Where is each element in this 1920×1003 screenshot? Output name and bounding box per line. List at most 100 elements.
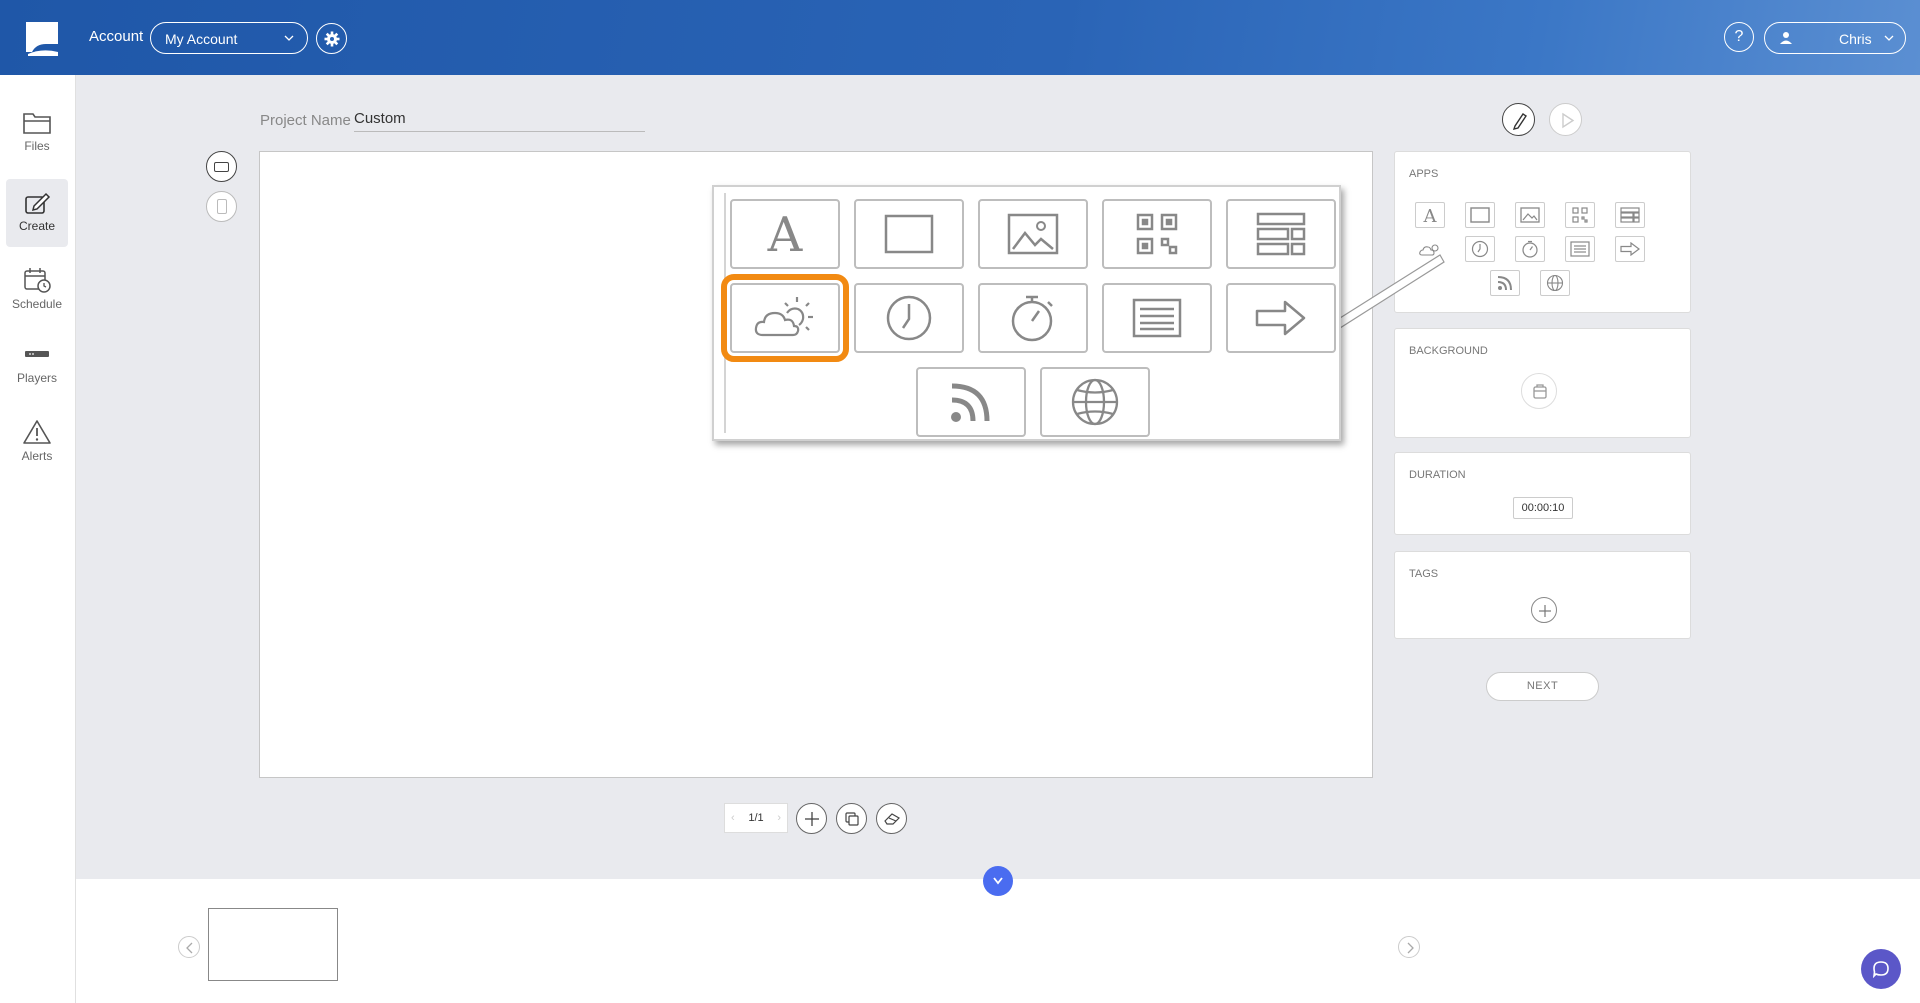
text-app-tile[interactable]: A	[730, 199, 840, 269]
layout-app-tile[interactable]	[1226, 199, 1336, 269]
web-app-tile[interactable]	[1040, 367, 1150, 437]
chevron-down-icon	[1884, 35, 1894, 41]
copy-icon	[844, 811, 859, 826]
play-icon	[1562, 112, 1575, 129]
timer-app-tile[interactable]	[978, 283, 1088, 353]
portrait-icon	[217, 199, 227, 214]
sidebar-item-players[interactable]: Players	[6, 331, 68, 399]
sidebar-item-label: Players	[16, 371, 57, 385]
arrow-icon	[1255, 300, 1306, 336]
chevron-down-icon	[284, 35, 294, 41]
shape-app-tile[interactable]	[854, 199, 964, 269]
layout-app-button[interactable]	[1615, 202, 1645, 228]
image-icon	[1520, 207, 1540, 223]
app-logo[interactable]	[22, 18, 62, 58]
next-page-icon[interactable]: ›	[777, 804, 781, 832]
globe-icon	[1546, 274, 1564, 292]
text-icon: A	[1423, 206, 1438, 224]
background-title: BACKGROUND	[1409, 345, 1488, 357]
user-menu[interactable]: Chris	[1764, 22, 1906, 54]
plus-icon	[804, 811, 819, 826]
duration-panel: DURATION 00:00:10	[1394, 452, 1691, 535]
user-icon	[1780, 32, 1792, 44]
text-icon: A	[767, 209, 804, 259]
strip-prev-button[interactable]	[178, 936, 200, 958]
qr-app-button[interactable]	[1565, 202, 1595, 228]
weather-icon	[754, 297, 813, 337]
arrow-icon	[1620, 242, 1640, 256]
edit-mode-button[interactable]	[1502, 103, 1535, 136]
apps-zoom-callout: A	[712, 185, 1341, 441]
shape-app-button[interactable]	[1465, 202, 1495, 228]
weather-app-button[interactable]	[1415, 236, 1445, 262]
folder-icon	[23, 113, 51, 134]
timer-app-button[interactable]	[1515, 236, 1545, 262]
help-button[interactable]: ?	[1724, 22, 1754, 52]
next-button[interactable]: NEXT	[1486, 672, 1599, 701]
project-name-input[interactable]: Custom	[354, 110, 645, 132]
sidebar-item-label: Alerts	[21, 449, 53, 463]
tags-title: TAGS	[1409, 568, 1439, 580]
web-app-button[interactable]	[1540, 270, 1570, 296]
news-app-button[interactable]	[1565, 236, 1595, 262]
create-icon	[25, 192, 51, 214]
sidebar-item-files[interactable]: Files	[6, 99, 68, 167]
sidebar-item-schedule[interactable]: Schedule	[6, 255, 68, 323]
rss-icon	[1497, 276, 1512, 291]
account-select[interactable]: My Account	[150, 22, 308, 54]
chat-button[interactable]	[1861, 949, 1901, 989]
sidebar-item-alerts[interactable]: Alerts	[6, 407, 68, 475]
timer-icon	[1522, 240, 1538, 258]
landscape-button[interactable]	[206, 151, 237, 182]
clear-page-button[interactable]	[876, 803, 907, 834]
rss-app-button[interactable]	[1490, 270, 1520, 296]
sidebar-item-create[interactable]: Create	[6, 179, 68, 247]
qr-app-tile[interactable]	[1102, 199, 1212, 269]
arrow-app-tile[interactable]	[1226, 283, 1336, 353]
preview-button[interactable]	[1549, 103, 1582, 136]
page-thumbnail[interactable]	[208, 908, 338, 981]
rss-app-tile[interactable]	[916, 367, 1026, 437]
text-app-button[interactable]: A	[1415, 202, 1445, 228]
paint-bucket-icon	[1533, 384, 1547, 399]
clock-app-button[interactable]	[1465, 236, 1495, 262]
project-name-label: Project Name	[260, 112, 351, 129]
sidebar-item-label: Files	[24, 139, 50, 153]
collapse-strip-button[interactable]	[983, 866, 1013, 896]
portrait-button[interactable]	[206, 191, 237, 222]
news-icon	[1570, 241, 1590, 257]
strip-next-button[interactable]	[1398, 936, 1420, 958]
add-tag-button[interactable]	[1531, 597, 1557, 623]
svg-text:A: A	[767, 209, 804, 259]
background-picker-button[interactable]	[1521, 373, 1557, 409]
page-indicator: ‹ 1/1 ›	[724, 803, 788, 833]
apps-panel: APPS A	[1394, 151, 1691, 313]
weather-app-tile[interactable]	[721, 274, 849, 362]
pencil-icon	[1512, 113, 1527, 130]
image-app-button[interactable]	[1515, 202, 1545, 228]
news-app-tile[interactable]	[1102, 283, 1212, 353]
apps-title: APPS	[1409, 168, 1439, 180]
alert-icon	[23, 420, 51, 444]
image-app-tile[interactable]	[978, 199, 1088, 269]
account-label: Account	[89, 28, 144, 45]
clock-icon	[886, 295, 932, 341]
chat-icon	[1872, 961, 1889, 978]
page-indicator-text: 1/1	[748, 812, 764, 824]
prev-page-icon[interactable]: ‹	[731, 804, 735, 832]
player-icon	[25, 351, 49, 357]
user-name: Chris	[1839, 31, 1872, 47]
add-page-button[interactable]	[796, 803, 827, 834]
arrow-app-button[interactable]	[1615, 236, 1645, 262]
plus-icon	[1539, 605, 1551, 617]
duplicate-page-button[interactable]	[836, 803, 867, 834]
list-layout-icon	[1256, 212, 1306, 256]
list-layout-icon	[1620, 207, 1640, 223]
shape-icon	[884, 214, 934, 254]
clock-icon	[1471, 240, 1489, 258]
clock-app-tile[interactable]	[854, 283, 964, 353]
duration-input[interactable]: 00:00:10	[1513, 497, 1573, 519]
sidebar-item-label: Create	[18, 219, 56, 233]
globe-icon	[1071, 378, 1119, 426]
settings-button[interactable]	[316, 23, 347, 54]
